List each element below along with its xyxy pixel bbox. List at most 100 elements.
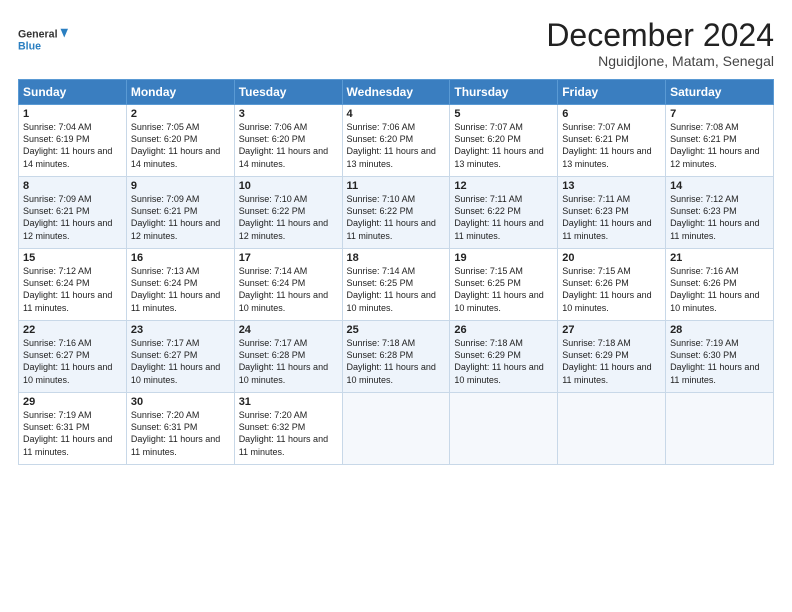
day-number: 2 — [131, 108, 230, 120]
day-detail: Sunrise: 7:07 AMSunset: 6:21 PMDaylight:… — [562, 122, 651, 168]
day-header-wednesday: Wednesday — [342, 80, 450, 105]
day-detail: Sunrise: 7:12 AMSunset: 6:23 PMDaylight:… — [670, 194, 759, 240]
day-detail: Sunrise: 7:06 AMSunset: 6:20 PMDaylight:… — [347, 122, 436, 168]
day-number: 3 — [239, 108, 338, 120]
calendar-table: SundayMondayTuesdayWednesdayThursdayFrid… — [18, 79, 774, 465]
calendar-cell: 27 Sunrise: 7:18 AMSunset: 6:29 PMDaylig… — [558, 321, 666, 393]
day-number: 21 — [670, 252, 769, 264]
calendar-cell: 4 Sunrise: 7:06 AMSunset: 6:20 PMDayligh… — [342, 105, 450, 177]
calendar-cell: 8 Sunrise: 7:09 AMSunset: 6:21 PMDayligh… — [19, 177, 127, 249]
week-row-1: 1 Sunrise: 7:04 AMSunset: 6:19 PMDayligh… — [19, 105, 774, 177]
calendar-cell: 7 Sunrise: 7:08 AMSunset: 6:21 PMDayligh… — [666, 105, 774, 177]
day-number: 5 — [454, 108, 553, 120]
calendar-cell: 18 Sunrise: 7:14 AMSunset: 6:25 PMDaylig… — [342, 249, 450, 321]
day-detail: Sunrise: 7:08 AMSunset: 6:21 PMDaylight:… — [670, 122, 759, 168]
calendar-cell: 21 Sunrise: 7:16 AMSunset: 6:26 PMDaylig… — [666, 249, 774, 321]
week-row-2: 8 Sunrise: 7:09 AMSunset: 6:21 PMDayligh… — [19, 177, 774, 249]
calendar-cell: 6 Sunrise: 7:07 AMSunset: 6:21 PMDayligh… — [558, 105, 666, 177]
day-number: 10 — [239, 180, 338, 192]
day-number: 28 — [670, 324, 769, 336]
calendar-cell: 29 Sunrise: 7:19 AMSunset: 6:31 PMDaylig… — [19, 393, 127, 465]
day-number: 22 — [23, 324, 122, 336]
day-detail: Sunrise: 7:09 AMSunset: 6:21 PMDaylight:… — [131, 194, 220, 240]
day-detail: Sunrise: 7:18 AMSunset: 6:28 PMDaylight:… — [347, 338, 436, 384]
svg-text:General: General — [18, 29, 58, 41]
day-detail: Sunrise: 7:13 AMSunset: 6:24 PMDaylight:… — [131, 266, 220, 312]
calendar-cell: 2 Sunrise: 7:05 AMSunset: 6:20 PMDayligh… — [126, 105, 234, 177]
day-detail: Sunrise: 7:15 AMSunset: 6:25 PMDaylight:… — [454, 266, 543, 312]
day-number: 25 — [347, 324, 446, 336]
calendar-cell: 16 Sunrise: 7:13 AMSunset: 6:24 PMDaylig… — [126, 249, 234, 321]
calendar-cell — [558, 393, 666, 465]
day-number: 26 — [454, 324, 553, 336]
header: General Blue December 2024 Nguidjlone, M… — [18, 18, 774, 69]
day-number: 9 — [131, 180, 230, 192]
calendar-cell — [666, 393, 774, 465]
calendar-cell: 3 Sunrise: 7:06 AMSunset: 6:20 PMDayligh… — [234, 105, 342, 177]
calendar-cell: 20 Sunrise: 7:15 AMSunset: 6:26 PMDaylig… — [558, 249, 666, 321]
day-number: 13 — [562, 180, 661, 192]
svg-text:Blue: Blue — [18, 40, 41, 52]
day-detail: Sunrise: 7:16 AMSunset: 6:26 PMDaylight:… — [670, 266, 759, 312]
day-detail: Sunrise: 7:20 AMSunset: 6:31 PMDaylight:… — [131, 410, 220, 456]
logo: General Blue — [18, 18, 68, 62]
calendar-cell: 12 Sunrise: 7:11 AMSunset: 6:22 PMDaylig… — [450, 177, 558, 249]
logo-svg: General Blue — [18, 18, 68, 62]
day-number: 4 — [347, 108, 446, 120]
day-detail: Sunrise: 7:20 AMSunset: 6:32 PMDaylight:… — [239, 410, 328, 456]
calendar-cell: 26 Sunrise: 7:18 AMSunset: 6:29 PMDaylig… — [450, 321, 558, 393]
day-number: 30 — [131, 396, 230, 408]
title-block: December 2024 Nguidjlone, Matam, Senegal — [546, 18, 774, 69]
day-header-row: SundayMondayTuesdayWednesdayThursdayFrid… — [19, 80, 774, 105]
day-number: 8 — [23, 180, 122, 192]
day-number: 12 — [454, 180, 553, 192]
calendar-cell: 1 Sunrise: 7:04 AMSunset: 6:19 PMDayligh… — [19, 105, 127, 177]
day-detail: Sunrise: 7:17 AMSunset: 6:28 PMDaylight:… — [239, 338, 328, 384]
calendar-cell: 13 Sunrise: 7:11 AMSunset: 6:23 PMDaylig… — [558, 177, 666, 249]
day-number: 18 — [347, 252, 446, 264]
day-number: 14 — [670, 180, 769, 192]
day-number: 20 — [562, 252, 661, 264]
day-number: 11 — [347, 180, 446, 192]
day-detail: Sunrise: 7:06 AMSunset: 6:20 PMDaylight:… — [239, 122, 328, 168]
day-detail: Sunrise: 7:12 AMSunset: 6:24 PMDaylight:… — [23, 266, 112, 312]
day-detail: Sunrise: 7:14 AMSunset: 6:25 PMDaylight:… — [347, 266, 436, 312]
day-number: 17 — [239, 252, 338, 264]
calendar-cell: 19 Sunrise: 7:15 AMSunset: 6:25 PMDaylig… — [450, 249, 558, 321]
calendar-cell: 22 Sunrise: 7:16 AMSunset: 6:27 PMDaylig… — [19, 321, 127, 393]
calendar-cell: 24 Sunrise: 7:17 AMSunset: 6:28 PMDaylig… — [234, 321, 342, 393]
day-detail: Sunrise: 7:19 AMSunset: 6:30 PMDaylight:… — [670, 338, 759, 384]
day-number: 27 — [562, 324, 661, 336]
day-detail: Sunrise: 7:14 AMSunset: 6:24 PMDaylight:… — [239, 266, 328, 312]
calendar-cell: 10 Sunrise: 7:10 AMSunset: 6:22 PMDaylig… — [234, 177, 342, 249]
day-header-sunday: Sunday — [19, 80, 127, 105]
calendar-cell: 25 Sunrise: 7:18 AMSunset: 6:28 PMDaylig… — [342, 321, 450, 393]
calendar-cell: 30 Sunrise: 7:20 AMSunset: 6:31 PMDaylig… — [126, 393, 234, 465]
day-detail: Sunrise: 7:10 AMSunset: 6:22 PMDaylight:… — [239, 194, 328, 240]
day-detail: Sunrise: 7:04 AMSunset: 6:19 PMDaylight:… — [23, 122, 112, 168]
day-header-saturday: Saturday — [666, 80, 774, 105]
day-header-friday: Friday — [558, 80, 666, 105]
main-title: December 2024 — [546, 18, 774, 53]
day-number: 15 — [23, 252, 122, 264]
day-detail: Sunrise: 7:05 AMSunset: 6:20 PMDaylight:… — [131, 122, 220, 168]
day-detail: Sunrise: 7:09 AMSunset: 6:21 PMDaylight:… — [23, 194, 112, 240]
calendar-cell — [342, 393, 450, 465]
day-detail: Sunrise: 7:10 AMSunset: 6:22 PMDaylight:… — [347, 194, 436, 240]
calendar-cell — [450, 393, 558, 465]
calendar-cell: 15 Sunrise: 7:12 AMSunset: 6:24 PMDaylig… — [19, 249, 127, 321]
day-detail: Sunrise: 7:15 AMSunset: 6:26 PMDaylight:… — [562, 266, 651, 312]
day-detail: Sunrise: 7:11 AMSunset: 6:22 PMDaylight:… — [454, 194, 543, 240]
calendar-cell: 28 Sunrise: 7:19 AMSunset: 6:30 PMDaylig… — [666, 321, 774, 393]
week-row-3: 15 Sunrise: 7:12 AMSunset: 6:24 PMDaylig… — [19, 249, 774, 321]
day-header-tuesday: Tuesday — [234, 80, 342, 105]
calendar-cell: 11 Sunrise: 7:10 AMSunset: 6:22 PMDaylig… — [342, 177, 450, 249]
calendar-cell: 31 Sunrise: 7:20 AMSunset: 6:32 PMDaylig… — [234, 393, 342, 465]
day-number: 1 — [23, 108, 122, 120]
day-detail: Sunrise: 7:18 AMSunset: 6:29 PMDaylight:… — [562, 338, 651, 384]
day-number: 23 — [131, 324, 230, 336]
day-detail: Sunrise: 7:07 AMSunset: 6:20 PMDaylight:… — [454, 122, 543, 168]
day-header-monday: Monday — [126, 80, 234, 105]
week-row-4: 22 Sunrise: 7:16 AMSunset: 6:27 PMDaylig… — [19, 321, 774, 393]
day-number: 16 — [131, 252, 230, 264]
